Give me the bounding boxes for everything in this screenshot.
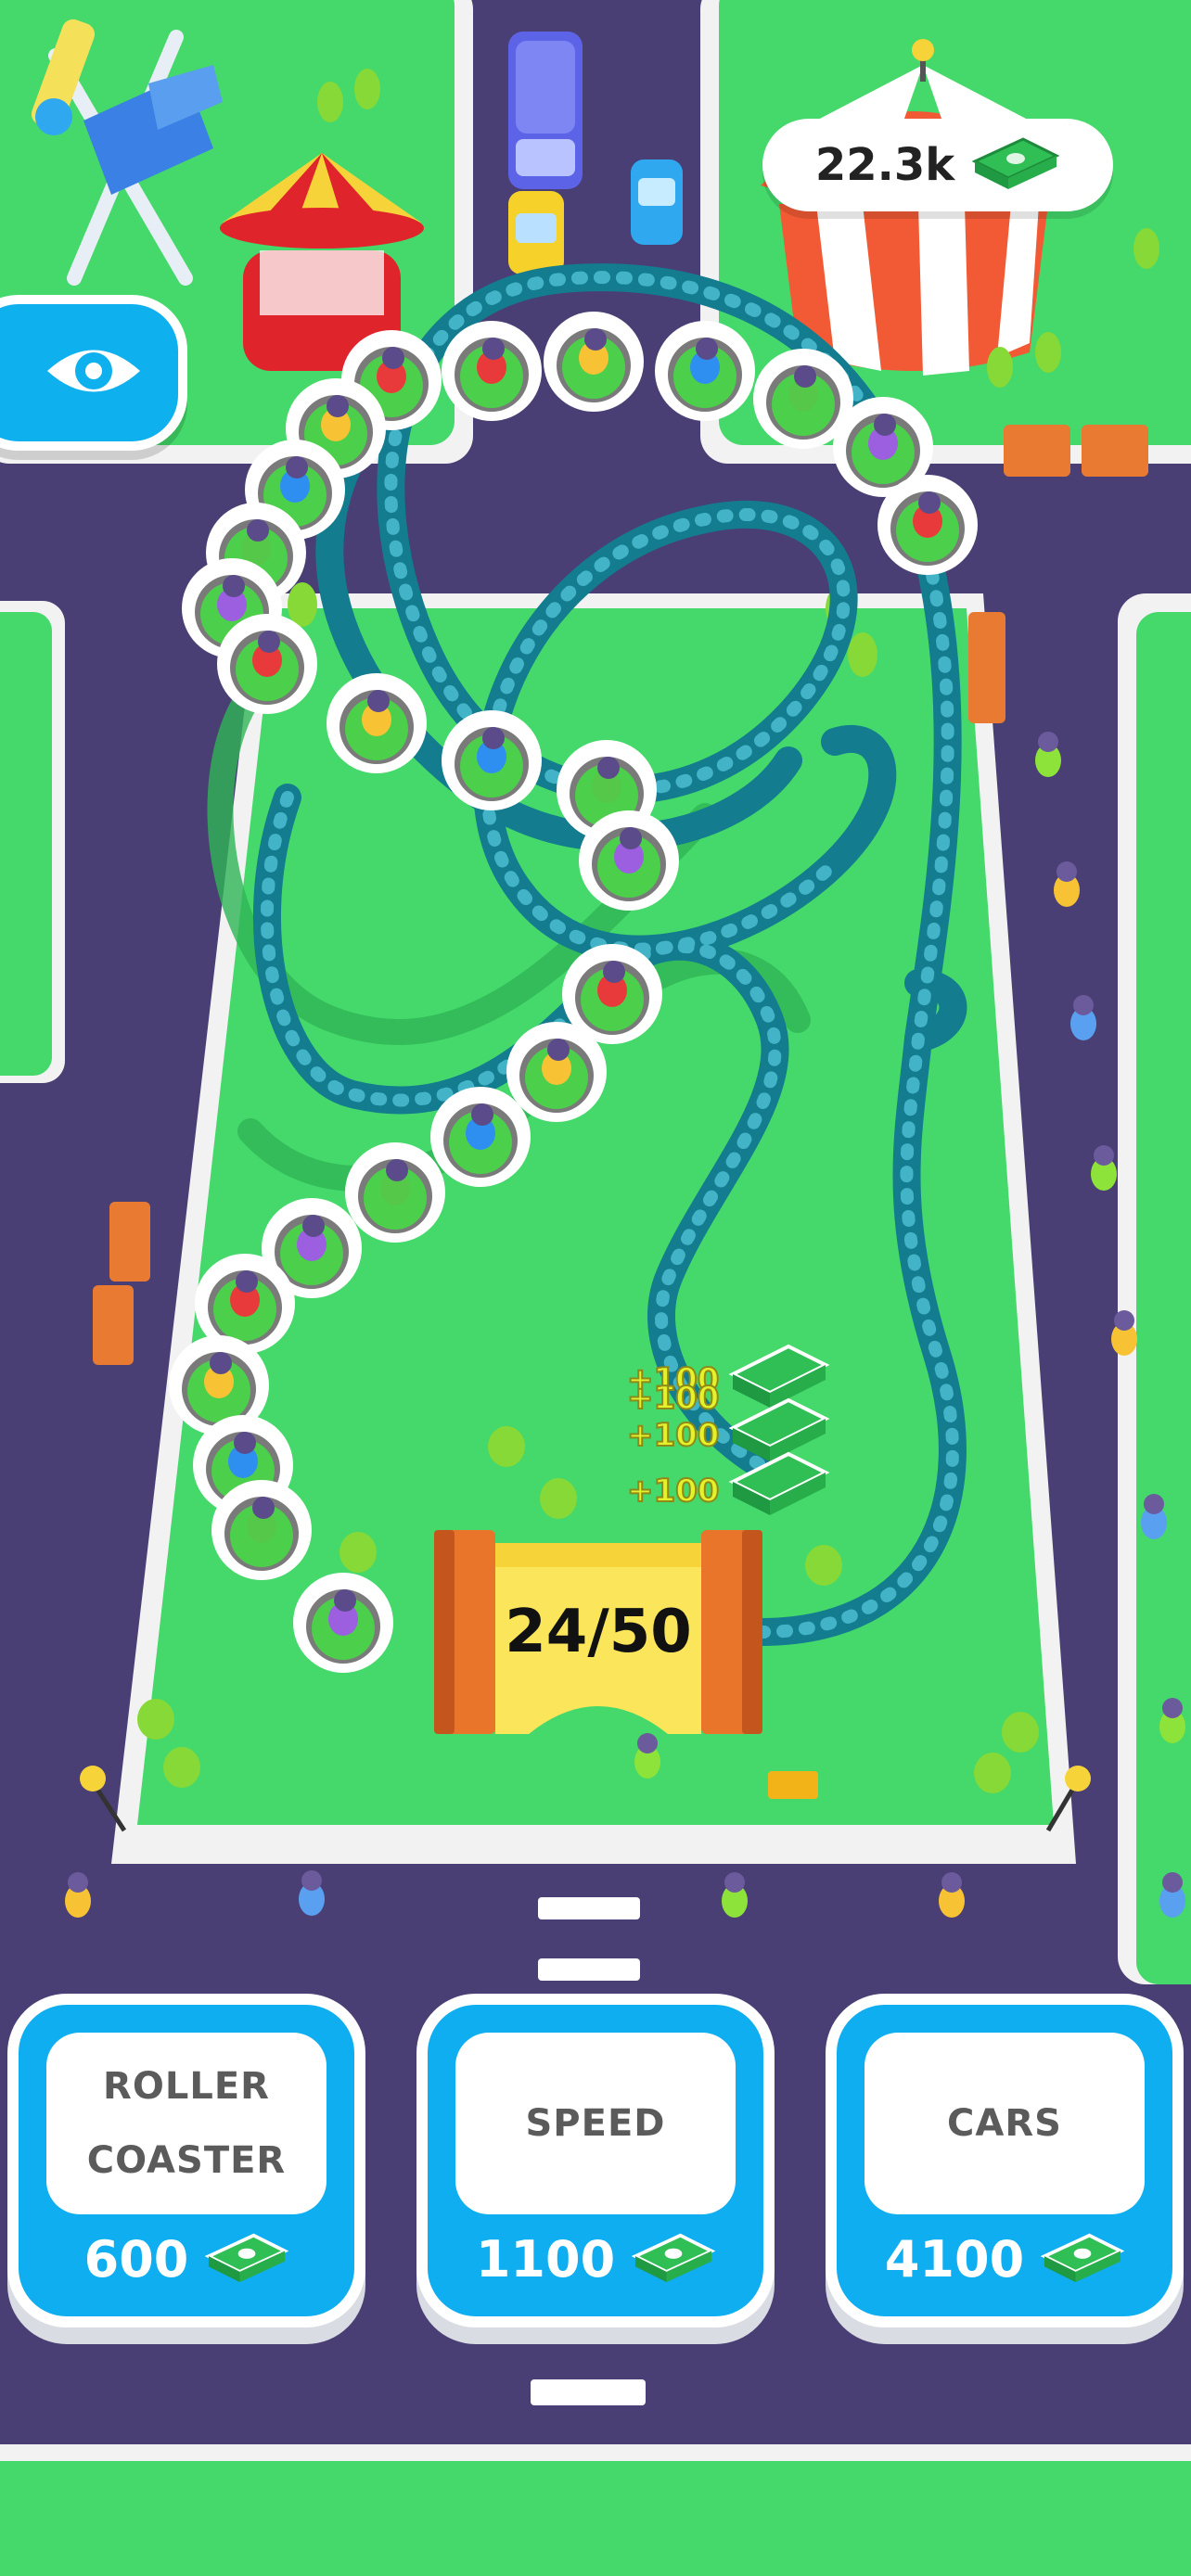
rider-seat (506, 1022, 607, 1122)
visitor (722, 1872, 748, 1918)
rider-seat (345, 1142, 445, 1243)
cash-stack-icon (971, 135, 1060, 195)
upgrade-label-box: CARS (864, 2033, 1145, 2214)
rider-seat (442, 710, 542, 810)
rider-seat (430, 1087, 531, 1187)
visitor (634, 1733, 660, 1779)
visitor (1159, 1872, 1185, 1918)
rider-seat (293, 1573, 393, 1673)
visitor (1091, 1145, 1117, 1191)
grass-bottom (0, 2457, 1191, 2576)
grass-strip-right (1118, 593, 1191, 1984)
upgrade-price: 4100 (837, 2230, 1172, 2289)
cash-stacks (728, 1344, 830, 1515)
gold-bar (768, 1771, 818, 1799)
upgrade-price-value: 1100 (475, 2230, 616, 2289)
upgrade-roller-coaster-button[interactable]: ROLLER COASTER 600 (7, 1994, 365, 2327)
visitor (1159, 1698, 1185, 1743)
money-value: 22.3k (814, 139, 955, 191)
bus (508, 32, 583, 189)
queue-counter: 24/50 (468, 1535, 728, 1729)
upgrade-label: SPEED (525, 2102, 666, 2145)
rider-seat (211, 1480, 312, 1580)
visitor (65, 1872, 91, 1918)
cash-stack-icon (204, 2232, 289, 2288)
visitor (1070, 995, 1096, 1040)
camera-view-button[interactable] (0, 295, 187, 451)
upgrade-label: ROLLER COASTER (86, 2065, 287, 2182)
upgrade-price: 1100 (428, 2230, 763, 2289)
upgrade-label-box: SPEED (455, 2033, 736, 2214)
rider-seat (544, 312, 644, 412)
upgrade-label: CARS (947, 2102, 1062, 2145)
eye-icon (43, 338, 145, 407)
grass-strip-left (0, 601, 65, 1083)
upgrade-cars-button[interactable]: CARS 4100 (826, 1994, 1184, 2327)
rider-seat (327, 673, 427, 773)
upgrade-price: 600 (19, 2230, 354, 2289)
visitor (1035, 732, 1061, 777)
car-blue (631, 159, 683, 245)
car-yellow (508, 191, 564, 274)
upgrade-label-box: ROLLER COASTER (46, 2033, 327, 2214)
cash-stack-icon (1040, 2232, 1125, 2288)
rider-seat (655, 321, 755, 421)
payout-text: +100 (626, 1416, 720, 1455)
payout-text: +100 (626, 1379, 720, 1418)
upgrade-price-value: 4100 (884, 2230, 1025, 2289)
cash-stack-icon (631, 2232, 716, 2288)
queue-counter-value: 24/50 (505, 1598, 692, 1666)
upgrade-speed-button[interactable]: SPEED 1100 (416, 1994, 775, 2327)
rider-seat (217, 614, 317, 714)
visitor (1111, 1310, 1137, 1356)
visitor (299, 1870, 325, 1916)
payout-text: +100 (626, 1472, 720, 1511)
rider-seat (877, 475, 978, 575)
visitor (1141, 1494, 1167, 1539)
visitor (1054, 861, 1080, 907)
visitor (939, 1872, 965, 1918)
rider-seat (579, 810, 679, 911)
upgrade-price-value: 600 (83, 2230, 189, 2289)
money-counter: 22.3k (762, 119, 1113, 211)
rider-seat (442, 321, 542, 421)
